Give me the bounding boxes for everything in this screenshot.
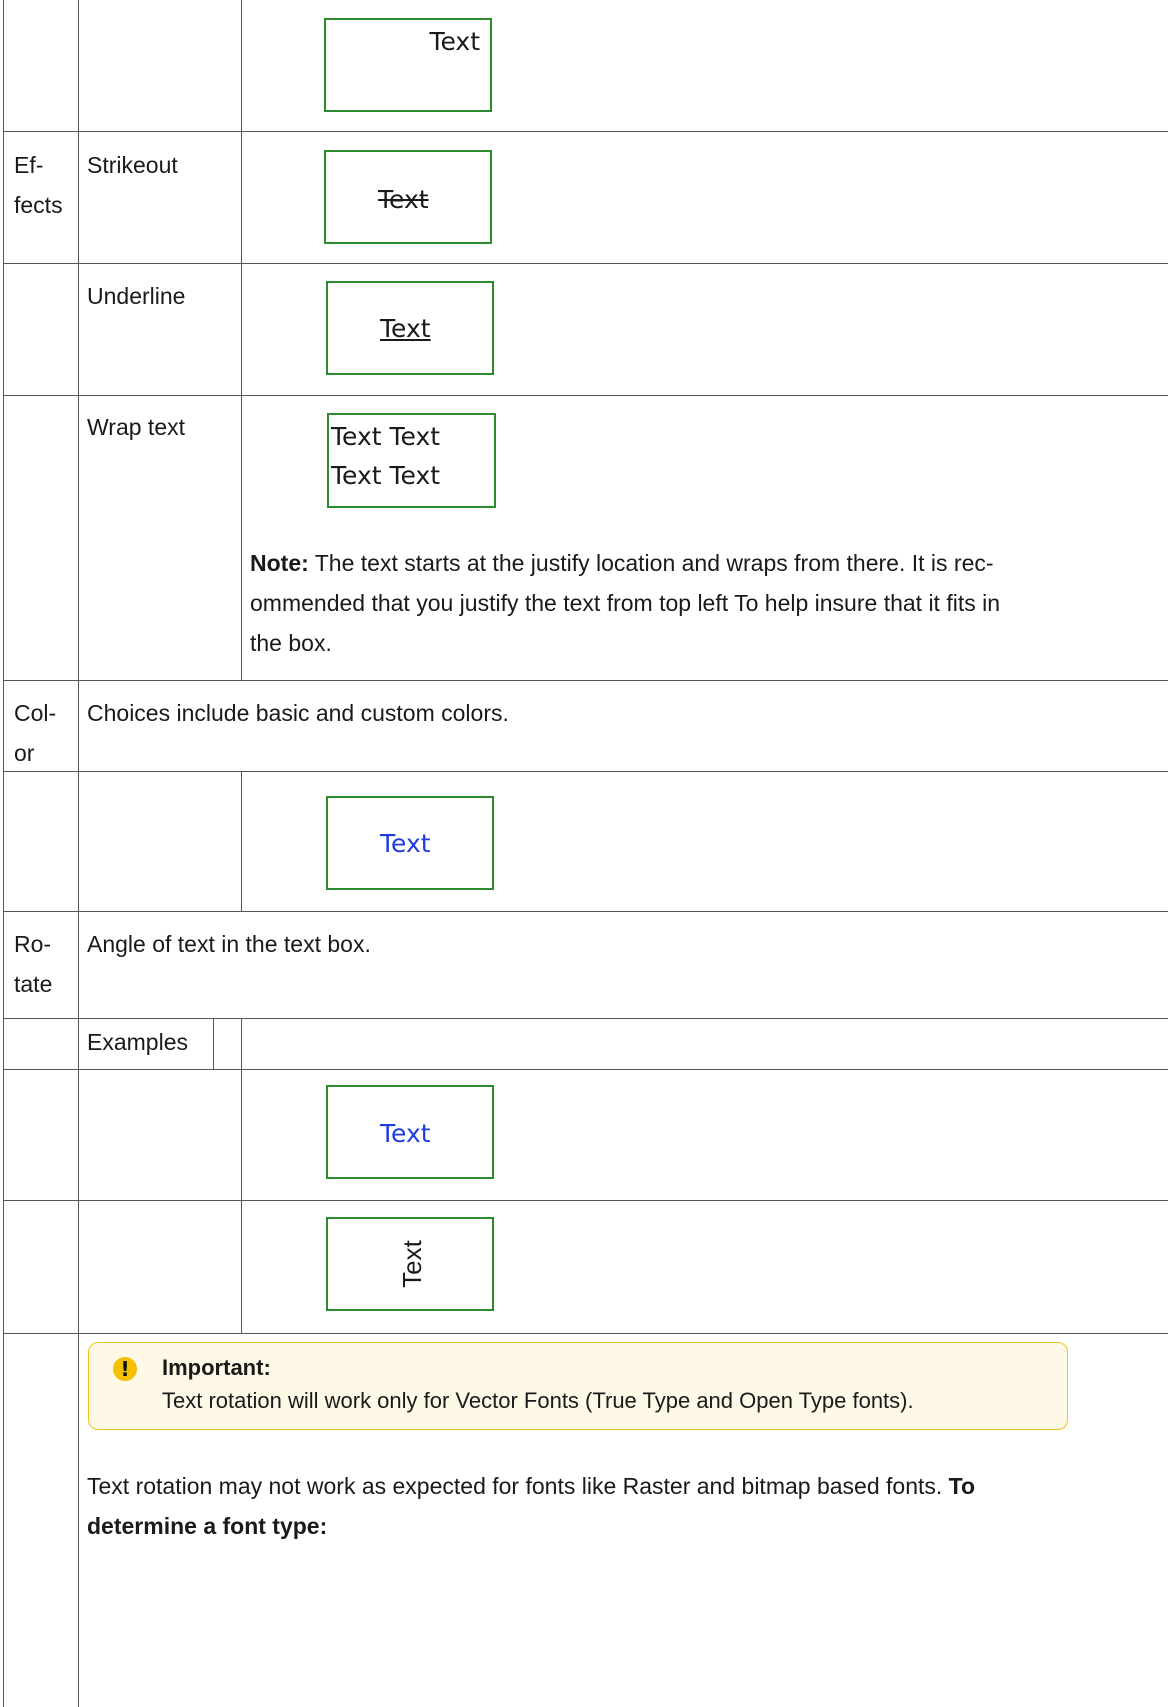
row-separator <box>3 131 1168 132</box>
color-description: Choices include basic and custom colors. <box>87 700 509 726</box>
category-color: Col- or <box>14 700 57 766</box>
option-label-wrap-text: Wrap text <box>87 414 185 440</box>
sample-text-rotate-0: Text <box>380 1119 431 1148</box>
option-label-underline: Underline <box>87 283 186 309</box>
sample-text-box: Text <box>324 150 492 244</box>
sample-text: Text <box>429 27 480 56</box>
wrap-note: Note: The text starts at the justify loc… <box>250 543 1110 663</box>
sample-text-wrap-line2: Text Text <box>331 461 441 490</box>
rotation-note-text: Text rotation may not work as expected f… <box>87 1473 949 1499</box>
sample-text-box: Text <box>326 1217 494 1311</box>
sample-text-box: Text <box>326 1085 494 1179</box>
row-separator <box>3 911 1168 912</box>
row-separator <box>3 1200 1168 1201</box>
sample-text-box: Text <box>326 796 494 890</box>
category-effects: Ef- fects <box>14 152 63 218</box>
row-separator <box>3 1018 1168 1019</box>
category-rotate: Ro- tate <box>14 931 53 997</box>
sample-text-box: Text <box>326 281 494 375</box>
important-callout: ! Important: Text rotation will work onl… <box>88 1342 1068 1430</box>
row-separator <box>3 680 1168 681</box>
sample-text-color: Text <box>380 829 431 858</box>
rotation-note: Text rotation may not work as expected f… <box>87 1466 1047 1546</box>
column-divider-2 <box>213 1018 214 1069</box>
sample-text-underline: Text <box>380 314 431 343</box>
column-divider-2 <box>241 771 242 911</box>
column-divider-2 <box>241 1018 242 1333</box>
row-separator <box>3 1069 1168 1070</box>
rotate-description: Angle of text in the text box. <box>87 931 371 957</box>
sample-text-box: Text Text Text Text <box>327 413 496 508</box>
row-separator <box>3 263 1168 264</box>
exclamation-icon: ! <box>113 1357 137 1381</box>
rotation-note-bold-1: To <box>948 1473 976 1499</box>
sample-text-strikeout: Text <box>378 185 429 214</box>
important-text: Text rotation will work only for Vector … <box>162 1388 914 1413</box>
row-separator <box>3 395 1168 396</box>
column-divider-2 <box>241 0 242 680</box>
column-divider-1 <box>78 0 79 1333</box>
table-left-border <box>3 0 4 1707</box>
examples-label: Examples <box>87 1029 188 1055</box>
sample-text-wrap-line1: Text Text <box>331 422 441 451</box>
row-separator <box>3 771 1168 772</box>
sample-text-box: Text <box>324 18 492 112</box>
rotation-note-bold-2: determine a font type: <box>87 1513 328 1539</box>
important-title: Important: <box>162 1355 271 1380</box>
row-separator <box>3 1333 1168 1334</box>
column-divider-1b <box>78 1333 79 1707</box>
note-label: Note: <box>250 550 309 576</box>
option-label-strikeout: Strikeout <box>87 152 178 178</box>
sample-text-rotate-90: Text <box>397 1240 427 1288</box>
note-text: The text starts at the justify location … <box>250 550 1001 656</box>
